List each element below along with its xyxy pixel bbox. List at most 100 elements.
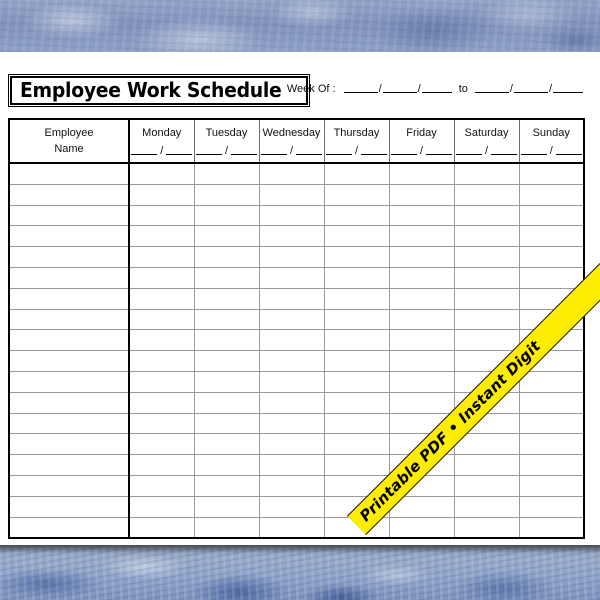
cell-shift[interactable] (193, 204, 260, 227)
date-blank-left[interactable] (390, 145, 417, 155)
cell-shift[interactable] (453, 474, 520, 497)
week-of-start-year-blank[interactable] (421, 82, 452, 93)
cell-shift[interactable] (388, 287, 455, 310)
date-blank-left[interactable] (195, 145, 222, 155)
cell-shift[interactable] (258, 287, 325, 310)
cell-shift[interactable] (388, 370, 455, 393)
cell-shift[interactable] (128, 370, 195, 393)
cell-shift[interactable] (193, 474, 260, 497)
cell-shift[interactable] (518, 391, 585, 414)
cell-shift[interactable] (388, 516, 455, 539)
cell-shift[interactable] (518, 370, 585, 393)
cell-employee-name[interactable] (8, 412, 130, 435)
cell-employee-name[interactable] (8, 163, 130, 185)
cell-shift[interactable] (258, 266, 325, 289)
cell-shift[interactable] (453, 516, 520, 539)
cell-shift[interactable] (388, 350, 455, 372)
cell-shift[interactable] (128, 163, 195, 185)
cell-shift[interactable] (453, 287, 520, 310)
cell-shift[interactable] (128, 412, 195, 435)
cell-shift[interactable] (453, 266, 520, 289)
cell-shift[interactable] (453, 225, 520, 248)
cell-shift[interactable] (388, 246, 455, 268)
cell-shift[interactable] (518, 433, 585, 456)
cell-shift[interactable] (518, 495, 585, 518)
cell-shift[interactable] (193, 495, 260, 518)
cell-employee-name[interactable] (8, 246, 130, 268)
cell-shift[interactable] (258, 516, 325, 539)
cell-shift[interactable] (323, 350, 390, 372)
date-blank-right[interactable] (555, 145, 582, 155)
cell-shift[interactable] (518, 516, 585, 539)
cell-shift[interactable] (128, 287, 195, 310)
date-blank-right[interactable] (491, 145, 518, 155)
cell-shift[interactable] (258, 433, 325, 456)
cell-shift[interactable] (258, 204, 325, 227)
cell-shift[interactable] (518, 183, 585, 206)
cell-shift[interactable] (128, 350, 195, 372)
cell-shift[interactable] (388, 391, 455, 414)
day-date-blank-saturday[interactable]: / (455, 145, 519, 157)
cell-shift[interactable] (258, 350, 325, 372)
cell-shift[interactable] (258, 308, 325, 331)
cell-shift[interactable] (453, 495, 520, 518)
date-blank-right[interactable] (426, 145, 453, 155)
date-blank-right[interactable] (296, 145, 323, 155)
cell-employee-name[interactable] (8, 350, 130, 372)
date-blank-right[interactable] (231, 145, 258, 155)
date-blank-right[interactable] (166, 145, 193, 155)
cell-shift[interactable] (453, 308, 520, 331)
cell-employee-name[interactable] (8, 287, 130, 310)
cell-shift[interactable] (193, 391, 260, 414)
date-blank-left[interactable] (260, 145, 287, 155)
cell-shift[interactable] (193, 370, 260, 393)
cell-shift[interactable] (258, 370, 325, 393)
cell-shift[interactable] (453, 329, 520, 352)
cell-shift[interactable] (193, 287, 260, 310)
cell-shift[interactable] (193, 329, 260, 352)
cell-shift[interactable] (193, 350, 260, 372)
week-of-start-day-blank[interactable] (382, 82, 417, 93)
cell-shift[interactable] (323, 412, 390, 435)
cell-shift[interactable] (518, 266, 585, 289)
cell-employee-name[interactable] (8, 391, 130, 414)
day-date-blank-friday[interactable]: / (390, 145, 454, 157)
cell-employee-name[interactable] (8, 329, 130, 352)
cell-employee-name[interactable] (8, 204, 130, 227)
cell-shift[interactable] (128, 516, 195, 539)
day-date-blank-wednesday[interactable]: / (260, 145, 324, 157)
date-blank-left[interactable] (325, 145, 352, 155)
cell-shift[interactable] (323, 163, 390, 185)
cell-shift[interactable] (518, 246, 585, 268)
cell-shift[interactable] (388, 163, 455, 185)
cell-shift[interactable] (388, 266, 455, 289)
cell-shift[interactable] (518, 225, 585, 248)
week-of-start-month-blank[interactable] (343, 82, 378, 93)
cell-shift[interactable] (518, 474, 585, 497)
cell-shift[interactable] (128, 329, 195, 352)
cell-shift[interactable] (128, 391, 195, 414)
cell-shift[interactable] (323, 370, 390, 393)
cell-shift[interactable] (323, 204, 390, 227)
cell-shift[interactable] (258, 391, 325, 414)
cell-shift[interactable] (518, 412, 585, 435)
cell-employee-name[interactable] (8, 183, 130, 206)
cell-shift[interactable] (323, 329, 390, 352)
cell-shift[interactable] (193, 516, 260, 539)
cell-shift[interactable] (193, 433, 260, 456)
cell-shift[interactable] (518, 204, 585, 227)
day-date-blank-thursday[interactable]: / (325, 145, 389, 157)
cell-shift[interactable] (128, 308, 195, 331)
cell-shift[interactable] (388, 329, 455, 352)
cell-employee-name[interactable] (8, 495, 130, 518)
cell-shift[interactable] (258, 454, 325, 476)
cell-employee-name[interactable] (8, 516, 130, 539)
cell-shift[interactable] (193, 246, 260, 268)
cell-shift[interactable] (453, 163, 520, 185)
cell-shift[interactable] (258, 495, 325, 518)
cell-shift[interactable] (128, 225, 195, 248)
cell-shift[interactable] (323, 246, 390, 268)
cell-shift[interactable] (453, 454, 520, 476)
cell-shift[interactable] (128, 454, 195, 476)
cell-shift[interactable] (258, 329, 325, 352)
